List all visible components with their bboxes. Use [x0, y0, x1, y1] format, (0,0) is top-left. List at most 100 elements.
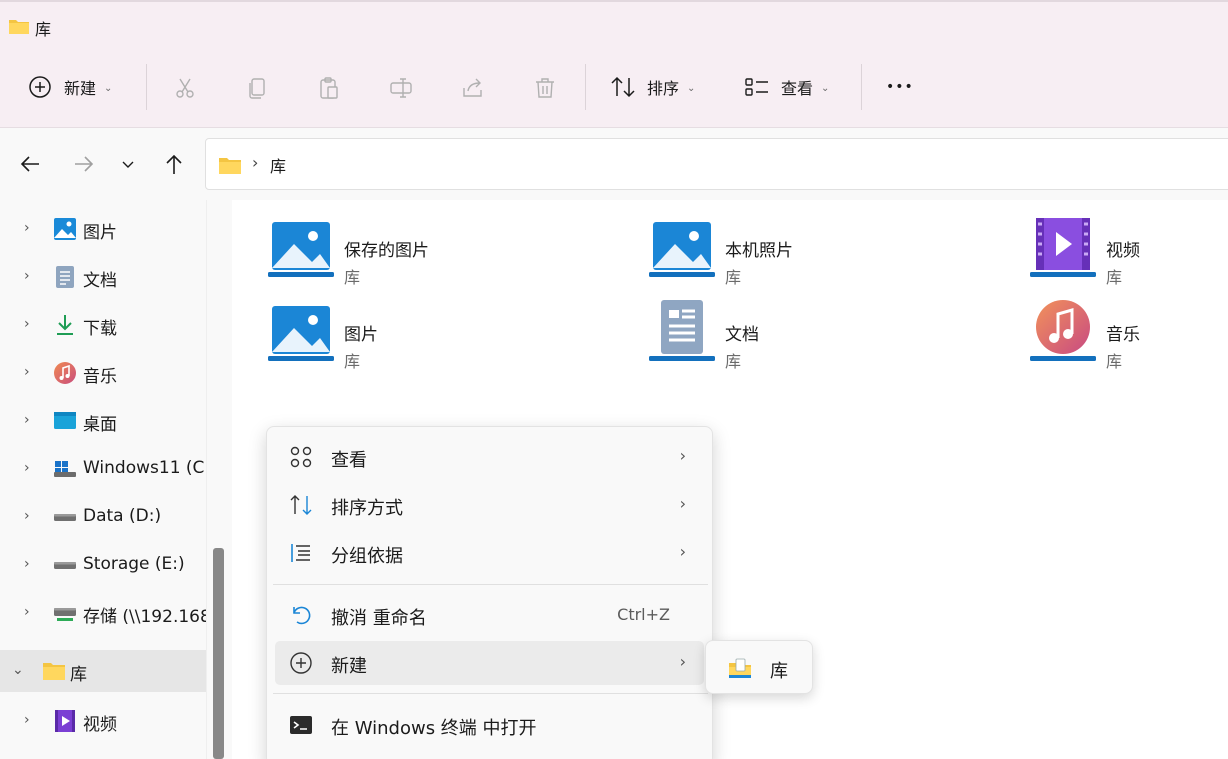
chevron-right-icon: › [679, 446, 686, 465]
library-item[interactable]: 图片 库 [268, 296, 568, 371]
chevron-down-icon: ⌄ [687, 82, 696, 94]
documents-icon [53, 265, 77, 289]
paste-icon[interactable] [316, 75, 342, 101]
rename-icon[interactable] [388, 75, 414, 101]
sidebar-item-pictures[interactable]: › 图片 [0, 208, 206, 250]
toolbar-divider [146, 64, 147, 110]
new-button[interactable]: 新建 ⌄ [28, 46, 112, 128]
chevron-right-icon[interactable]: › [24, 316, 30, 332]
pictures-library-icon [649, 212, 715, 278]
folder-icon [8, 17, 30, 39]
system-drive-icon [53, 457, 77, 481]
chevron-right-icon: › [679, 494, 686, 513]
library-item[interactable]: 保存的图片 库 [268, 212, 568, 287]
sidebar-item-videos[interactable]: › 视频 [0, 700, 206, 742]
terminal-icon [289, 713, 313, 737]
network-drive-icon [53, 601, 77, 625]
pictures-library-icon [268, 212, 334, 278]
group-by-icon [289, 541, 313, 565]
pictures-library-icon [268, 296, 334, 362]
toolbar-divider [585, 64, 586, 110]
folder-icon [42, 659, 66, 683]
sidebar-item-data-drive[interactable]: › Data (D:) [0, 496, 206, 538]
chevron-right-icon[interactable]: › [24, 268, 30, 284]
back-arrow-icon[interactable] [16, 150, 44, 178]
sidebar-item-downloads[interactable]: › 下载 [0, 304, 206, 346]
sort-button-label: 排序 [647, 79, 680, 98]
window-title: 库 [35, 20, 52, 39]
toolbar-divider [861, 64, 862, 110]
sort-button[interactable]: 排序 ⌄ [610, 46, 695, 128]
share-icon[interactable] [460, 75, 486, 101]
more-icon: ••• [886, 79, 914, 95]
chevron-right-icon: › [679, 652, 686, 671]
sidebar-item-storage-drive[interactable]: › Storage (E:) [0, 544, 206, 586]
sort-icon [289, 493, 313, 517]
shortcut-text: Ctrl+Z [617, 605, 670, 624]
context-menu: 查看 › 排序方式 › 分组依据 › 撤消 重命名 Ctrl+Z 新建 › 在 [266, 426, 713, 759]
context-menu-view[interactable]: 查看 › [275, 435, 704, 479]
view-button[interactable]: 查看 ⌄ [744, 46, 829, 128]
context-menu-undo-rename[interactable]: 撤消 重命名 Ctrl+Z [275, 593, 704, 637]
videos-library-icon [1030, 212, 1096, 278]
recent-chevron-down-icon[interactable] [114, 150, 142, 178]
chevron-right-icon[interactable]: › [24, 604, 30, 620]
menu-divider [273, 693, 708, 694]
forward-arrow-icon[interactable] [70, 150, 98, 178]
submenu-item-library[interactable]: 库 [712, 647, 806, 687]
chevron-right-icon[interactable]: › [24, 556, 30, 572]
navigation-bar: › 库 [0, 128, 1228, 200]
drive-icon [53, 505, 77, 529]
chevron-right-icon[interactable]: › [24, 712, 30, 728]
chevron-right-icon[interactable]: › [24, 508, 30, 524]
menu-divider [273, 584, 708, 585]
up-arrow-icon[interactable] [160, 150, 188, 178]
chevron-right-icon[interactable]: › [24, 364, 30, 380]
chevron-right-icon[interactable]: › [24, 220, 30, 236]
copy-icon[interactable] [244, 75, 270, 101]
downloads-icon [53, 313, 77, 337]
videos-icon [53, 709, 77, 733]
sidebar-item-system-drive[interactable]: › Windows11 (C:) [0, 448, 206, 490]
sidebar-item-documents[interactable]: › 文档 [0, 256, 206, 298]
sidebar-item-music[interactable]: › 音乐 [0, 352, 206, 394]
address-bar[interactable]: › 库 [205, 138, 1228, 190]
context-menu-sort[interactable]: 排序方式 › [275, 483, 704, 527]
context-menu-new[interactable]: 新建 › [275, 641, 704, 685]
sidebar-item-desktop[interactable]: › 桌面 [0, 400, 206, 442]
chevron-right-icon[interactable]: › [24, 460, 30, 476]
context-menu-group-by[interactable]: 分组依据 › [275, 531, 704, 575]
drive-icon [53, 553, 77, 577]
grid-view-icon [289, 445, 313, 469]
view-list-icon [744, 75, 770, 99]
plus-circle-icon [289, 651, 313, 675]
new-submenu: 库 [705, 640, 813, 694]
breadcrumb-item[interactable]: 库 [270, 153, 286, 177]
chevron-down-icon: ⌄ [104, 82, 113, 94]
plus-circle-icon [28, 75, 52, 99]
chevron-right-icon[interactable]: › [24, 412, 30, 428]
delete-icon[interactable] [532, 75, 558, 101]
view-button-label: 查看 [781, 79, 814, 98]
folder-icon [218, 155, 242, 179]
new-button-label: 新建 [64, 79, 97, 98]
library-item[interactable]: 本机照片 库 [649, 212, 949, 287]
library-item[interactable]: 音乐 库 [1030, 296, 1228, 371]
chevron-right-icon: › [679, 542, 686, 561]
library-item[interactable]: 文档 库 [649, 296, 949, 371]
music-icon [53, 361, 77, 385]
context-menu-open-in-terminal[interactable]: 在 Windows 终端 中打开 [275, 703, 704, 747]
new-library-icon [728, 657, 752, 681]
chevron-down-icon[interactable]: ⌄ [12, 662, 24, 678]
breadcrumb-chevron-icon: › [252, 153, 259, 172]
desktop-icon [53, 409, 77, 433]
sidebar-item-network-drive[interactable]: › 存储 (\\192.168 [0, 592, 206, 634]
title-bar: 库 [0, 0, 1228, 46]
documents-library-icon [649, 296, 715, 362]
cut-icon[interactable] [172, 75, 198, 101]
sidebar-item-libraries[interactable]: ⌄ 库 [0, 650, 206, 692]
more-options-button[interactable]: ••• [886, 46, 914, 128]
chevron-down-icon: ⌄ [821, 82, 830, 94]
library-item[interactable]: 视频 库 [1030, 212, 1228, 287]
sidebar-scrollbar-thumb[interactable] [213, 548, 224, 759]
